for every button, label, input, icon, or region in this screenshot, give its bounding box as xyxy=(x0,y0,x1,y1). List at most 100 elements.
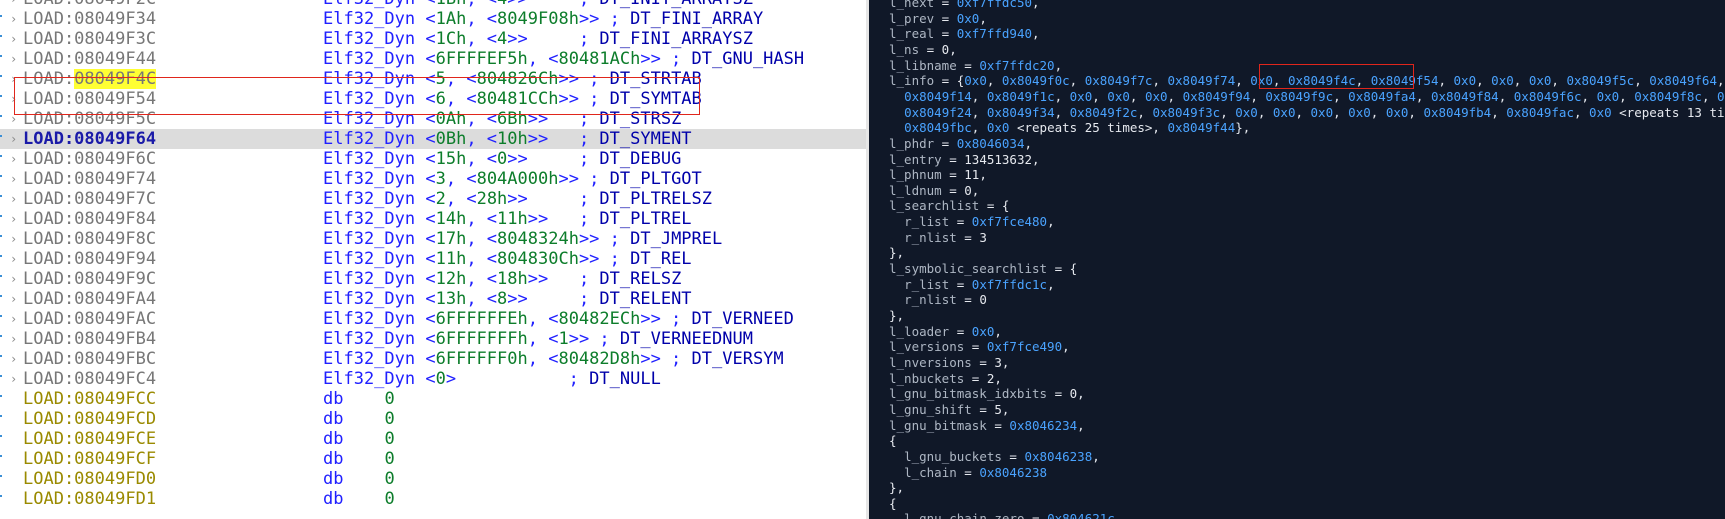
expand-arrow-icon[interactable]: › xyxy=(10,309,17,329)
expand-arrow-icon[interactable]: › xyxy=(10,269,17,289)
expand-arrow-icon[interactable]: › xyxy=(10,189,17,209)
listing-row[interactable]: › LOAD:08049F3C Elf32_Dyn <1Ch, <4>> ; DT_… xyxy=(0,29,866,49)
expand-arrow-icon[interactable]: › xyxy=(10,349,17,369)
dyn-tag-value: 1Ah xyxy=(435,9,467,29)
address-label[interactable]: LOAD:08049F64 xyxy=(23,129,156,149)
address-label[interactable]: LOAD:08049F8C xyxy=(23,229,156,249)
address-label[interactable]: LOAD:08049F3C xyxy=(23,29,156,49)
debugger-output-pane[interactable]: l_next = 0xf7ffdc50, l_prev = 0x0, l_real … xyxy=(869,0,1725,519)
address-label[interactable]: LOAD:08049F6C xyxy=(23,149,156,169)
address-label[interactable]: LOAD:08049FBC xyxy=(23,349,156,369)
listing-row[interactable]: › LOAD:08049F44 Elf32_Dyn <6FFFFEF5h, <804… xyxy=(0,49,866,69)
field-name: l_entry xyxy=(889,151,942,167)
address-label[interactable]: LOAD:08049FA4 xyxy=(23,289,156,309)
listing-row[interactable]: › LOAD:08049F7C Elf32_Dyn <2, <28h>> ; DT_… xyxy=(0,189,866,209)
punct: < xyxy=(415,369,436,389)
expand-arrow-icon[interactable]: › xyxy=(10,249,17,269)
punct: < xyxy=(415,289,436,309)
listing-row[interactable]: › LOAD:08049FB4 Elf32_Dyn <6FFFFFFFh, <1>>… xyxy=(0,329,866,349)
punct: = xyxy=(1001,448,1025,464)
address-label[interactable]: LOAD:08049FC4 xyxy=(23,369,156,389)
expand-arrow-icon[interactable]: › xyxy=(10,9,17,29)
expand-arrow-icon[interactable]: › xyxy=(10,29,17,49)
address-label[interactable]: LOAD:08049F7C xyxy=(23,189,156,209)
address-label[interactable]: LOAD:08049F74 xyxy=(23,169,156,189)
listing-row[interactable]: › LOAD:08049F8C Elf32_Dyn <17h, <8048324h>… xyxy=(0,229,866,249)
expand-arrow-icon[interactable]: › xyxy=(10,329,17,349)
listing-row[interactable]: LOAD:08049FD0 db 0 xyxy=(0,469,866,489)
dyn-ptr-value: 18h xyxy=(497,269,528,289)
xref-marker xyxy=(0,89,3,109)
gdb-output-line: l_gnu_shift = 5, xyxy=(889,402,1009,418)
listing-row[interactable]: › LOAD:08049F34 Elf32_Dyn <1Ah, <8049F08h>… xyxy=(0,9,866,29)
punct: , xyxy=(1701,88,1717,104)
directive: db xyxy=(323,409,344,429)
hex-value: 0x8049f1c xyxy=(986,88,1055,104)
expand-arrow-icon[interactable]: › xyxy=(10,369,17,389)
listing-row[interactable]: › LOAD:08049F2C Elf32_Dyn <1Bh, <4>> ; DT_… xyxy=(0,0,866,9)
punct: , < xyxy=(527,349,559,369)
punct: <repeats 25 times>, xyxy=(1009,120,1168,136)
hex-value: 0xf7ffdc20 xyxy=(979,57,1055,73)
expand-arrow-icon[interactable]: › xyxy=(10,289,17,309)
gdb-output-line: l_nbuckets = 2, xyxy=(889,371,1002,387)
listing-row[interactable]: › LOAD:08049F6C Elf32_Dyn <15h, <0>> ; DT_… xyxy=(0,149,866,169)
hex-value: 0x8049f64 xyxy=(1649,73,1717,89)
address-label[interactable]: LOAD:08049F2C xyxy=(23,0,156,9)
address-label[interactable]: LOAD:08049F94 xyxy=(23,249,156,269)
address-label[interactable]: LOAD:08049F34 xyxy=(23,9,156,29)
expand-arrow-icon[interactable]: › xyxy=(10,129,17,149)
listing-row[interactable]: LOAD:08049FCD db 0 xyxy=(0,409,866,429)
listing-row[interactable]: › LOAD:08049F94 Elf32_Dyn <11h, <804830Ch>… xyxy=(0,249,866,269)
listing-row[interactable]: › LOAD:08049FC4 Elf32_Dyn <0> ; DT_NULL xyxy=(0,369,866,389)
listing-row[interactable]: LOAD:08049FCC db 0 xyxy=(0,389,866,409)
punct: , xyxy=(1619,88,1635,104)
hex-value: 0xf7ffdc1c xyxy=(971,276,1048,292)
address-label[interactable]: LOAD:08049FCF xyxy=(23,449,156,469)
listing-row[interactable]: › LOAD:08049FA4 Elf32_Dyn <13h, <8>> ; DT_… xyxy=(0,289,866,309)
address-label[interactable]: LOAD:08049FD0 xyxy=(23,469,156,489)
disassembly-listing-pane[interactable]: ›LOAD:08049F2CElf32_Dyn <1Bh, <4>> ; DT_… xyxy=(0,0,866,519)
field-name: l_chain xyxy=(904,464,957,480)
address-label[interactable]: LOAD:08049FD1 xyxy=(23,489,156,509)
expand-arrow-icon[interactable]: › xyxy=(10,229,17,249)
listing-row[interactable]: › LOAD:08049FAC Elf32_Dyn <6FFFFFFEh, <804… xyxy=(0,309,866,329)
listing-row[interactable]: › LOAD:08049FBC Elf32_Dyn <6FFFFFF0h, <804… xyxy=(0,349,866,369)
listing-row[interactable]: › LOAD:08049F9C Elf32_Dyn <12h, <18h>> ; D… xyxy=(0,269,866,289)
address-label[interactable]: LOAD:08049F44 xyxy=(23,49,156,69)
xref-marker xyxy=(0,229,3,249)
address-label[interactable]: LOAD:08049FCE xyxy=(23,429,156,449)
listing-row[interactable]: › LOAD:08049F64 Elf32_Dyn <0Bh, <10h>> ; D… xyxy=(0,129,866,149)
punct: >> ; xyxy=(578,9,631,29)
expand-arrow-icon[interactable]: › xyxy=(10,169,17,189)
gdb-output-line: r_list = 0xf7fce480, xyxy=(889,214,1055,230)
address-label[interactable]: LOAD:08049FAC xyxy=(23,309,156,329)
address-label[interactable]: LOAD:08049FCC xyxy=(23,389,156,409)
expand-arrow-icon[interactable]: › xyxy=(10,209,17,229)
punct: , xyxy=(1077,417,1085,433)
address-label[interactable]: LOAD:08049FB4 xyxy=(23,329,156,349)
punct: < xyxy=(415,0,435,9)
dyn-tag-value: 0 xyxy=(435,369,446,389)
punct: { xyxy=(889,433,897,449)
listing-row[interactable]: › LOAD:08049F84 Elf32_Dyn <14h, <11h>> ; D… xyxy=(0,209,866,229)
listing-row[interactable]: LOAD:08049FCF db 0 xyxy=(0,449,866,469)
listing-row[interactable]: › LOAD:08049F74 Elf32_Dyn <3, <804A000h>> … xyxy=(0,169,866,189)
field-name: l_libname xyxy=(889,57,957,73)
address-label[interactable]: LOAD:08049FCD xyxy=(23,409,156,429)
dyn-ptr-value: 11h xyxy=(497,209,528,229)
listing-row[interactable]: LOAD:08049FCE db 0 xyxy=(0,429,866,449)
listing-row[interactable]: LOAD:08049FD1 db 0 xyxy=(0,489,866,509)
field-name: r_list xyxy=(904,214,950,230)
gdb-output-line: { xyxy=(889,496,897,512)
expand-arrow-icon[interactable]: › xyxy=(10,49,17,69)
dyn-tag-value: 6FFFFEF5h xyxy=(435,49,528,69)
address-label[interactable]: LOAD:08049F84 xyxy=(23,209,156,229)
punct: = 11, xyxy=(941,167,987,183)
expand-arrow-icon[interactable]: › xyxy=(10,149,17,169)
dyn-comment: DT_PLTRELSZ xyxy=(599,189,713,209)
punct: , xyxy=(986,73,1002,89)
gdb-output-line: 0x8049f24, 0x8049f34, 0x8049f2c, 0x8049f… xyxy=(889,105,1725,121)
expand-arrow-icon[interactable]: › xyxy=(10,0,17,9)
address-label[interactable]: LOAD:08049F9C xyxy=(23,269,156,289)
